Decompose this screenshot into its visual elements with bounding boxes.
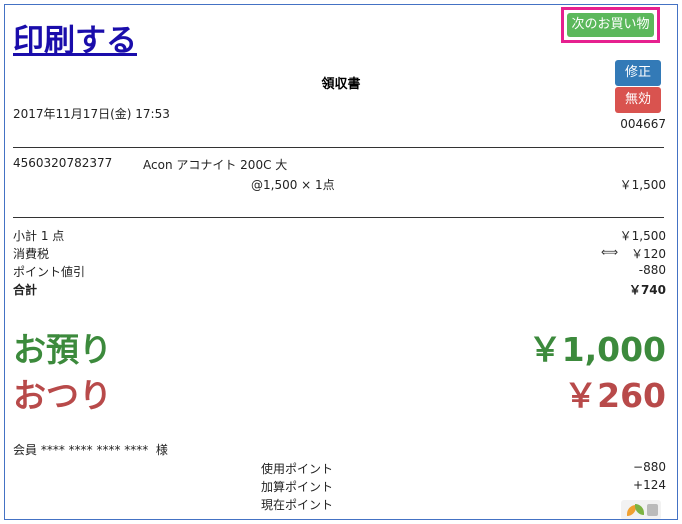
current-points-label: 現在ポイント	[261, 498, 334, 512]
used-points-value: −880	[633, 460, 666, 474]
change-value: ￥260	[564, 376, 666, 415]
deposit-label: お預り	[13, 330, 112, 369]
item-amount: ￥1,500	[619, 178, 666, 192]
item-jan: 4560320782377	[13, 156, 113, 170]
item-name: Acon アコナイト 200C 大	[143, 158, 288, 172]
point-discount-value: -880	[638, 263, 666, 277]
clip-icon	[647, 504, 658, 516]
used-points-label: 使用ポイント	[261, 462, 334, 476]
added-points-value: +124	[633, 478, 666, 492]
receipt-title: 領収書	[321, 77, 361, 92]
next-shopping-highlight: 次のお買い物	[561, 7, 660, 43]
leaf-icon	[635, 504, 644, 515]
extension-icons[interactable]	[621, 500, 661, 519]
divider	[13, 217, 664, 218]
print-link[interactable]: 印刷する	[13, 15, 137, 60]
resize-arrow-icon: ⟺	[601, 245, 619, 259]
tax-label: 消費税	[13, 247, 50, 261]
divider	[13, 147, 664, 148]
deposit-value: ￥1,000	[528, 330, 666, 369]
receipt-datetime: 2017年11月17日(金) 17:53	[13, 107, 170, 121]
subtotal-label: 小計 1 点	[13, 229, 65, 243]
total-value: ￥740	[628, 283, 666, 297]
item-unit-qty: @1,500 × 1点	[251, 178, 335, 192]
added-points-label: 加算ポイント	[261, 480, 334, 494]
change-label: おつり	[13, 376, 112, 415]
next-shopping-button[interactable]: 次のお買い物	[567, 13, 654, 37]
member-line: 会員 **** **** **** **** 様	[13, 443, 168, 457]
point-discount-label: ポイント値引	[13, 265, 86, 279]
subtotal-value: ￥1,500	[619, 229, 666, 243]
total-label: 合計	[13, 283, 38, 297]
receipt-number: 004667	[620, 117, 666, 131]
tax-value: ￥120	[631, 247, 666, 261]
receipt-page: 印刷する 次のお買い物 修正 無効 領収書 2017年11月17日(金) 17:…	[4, 4, 678, 520]
